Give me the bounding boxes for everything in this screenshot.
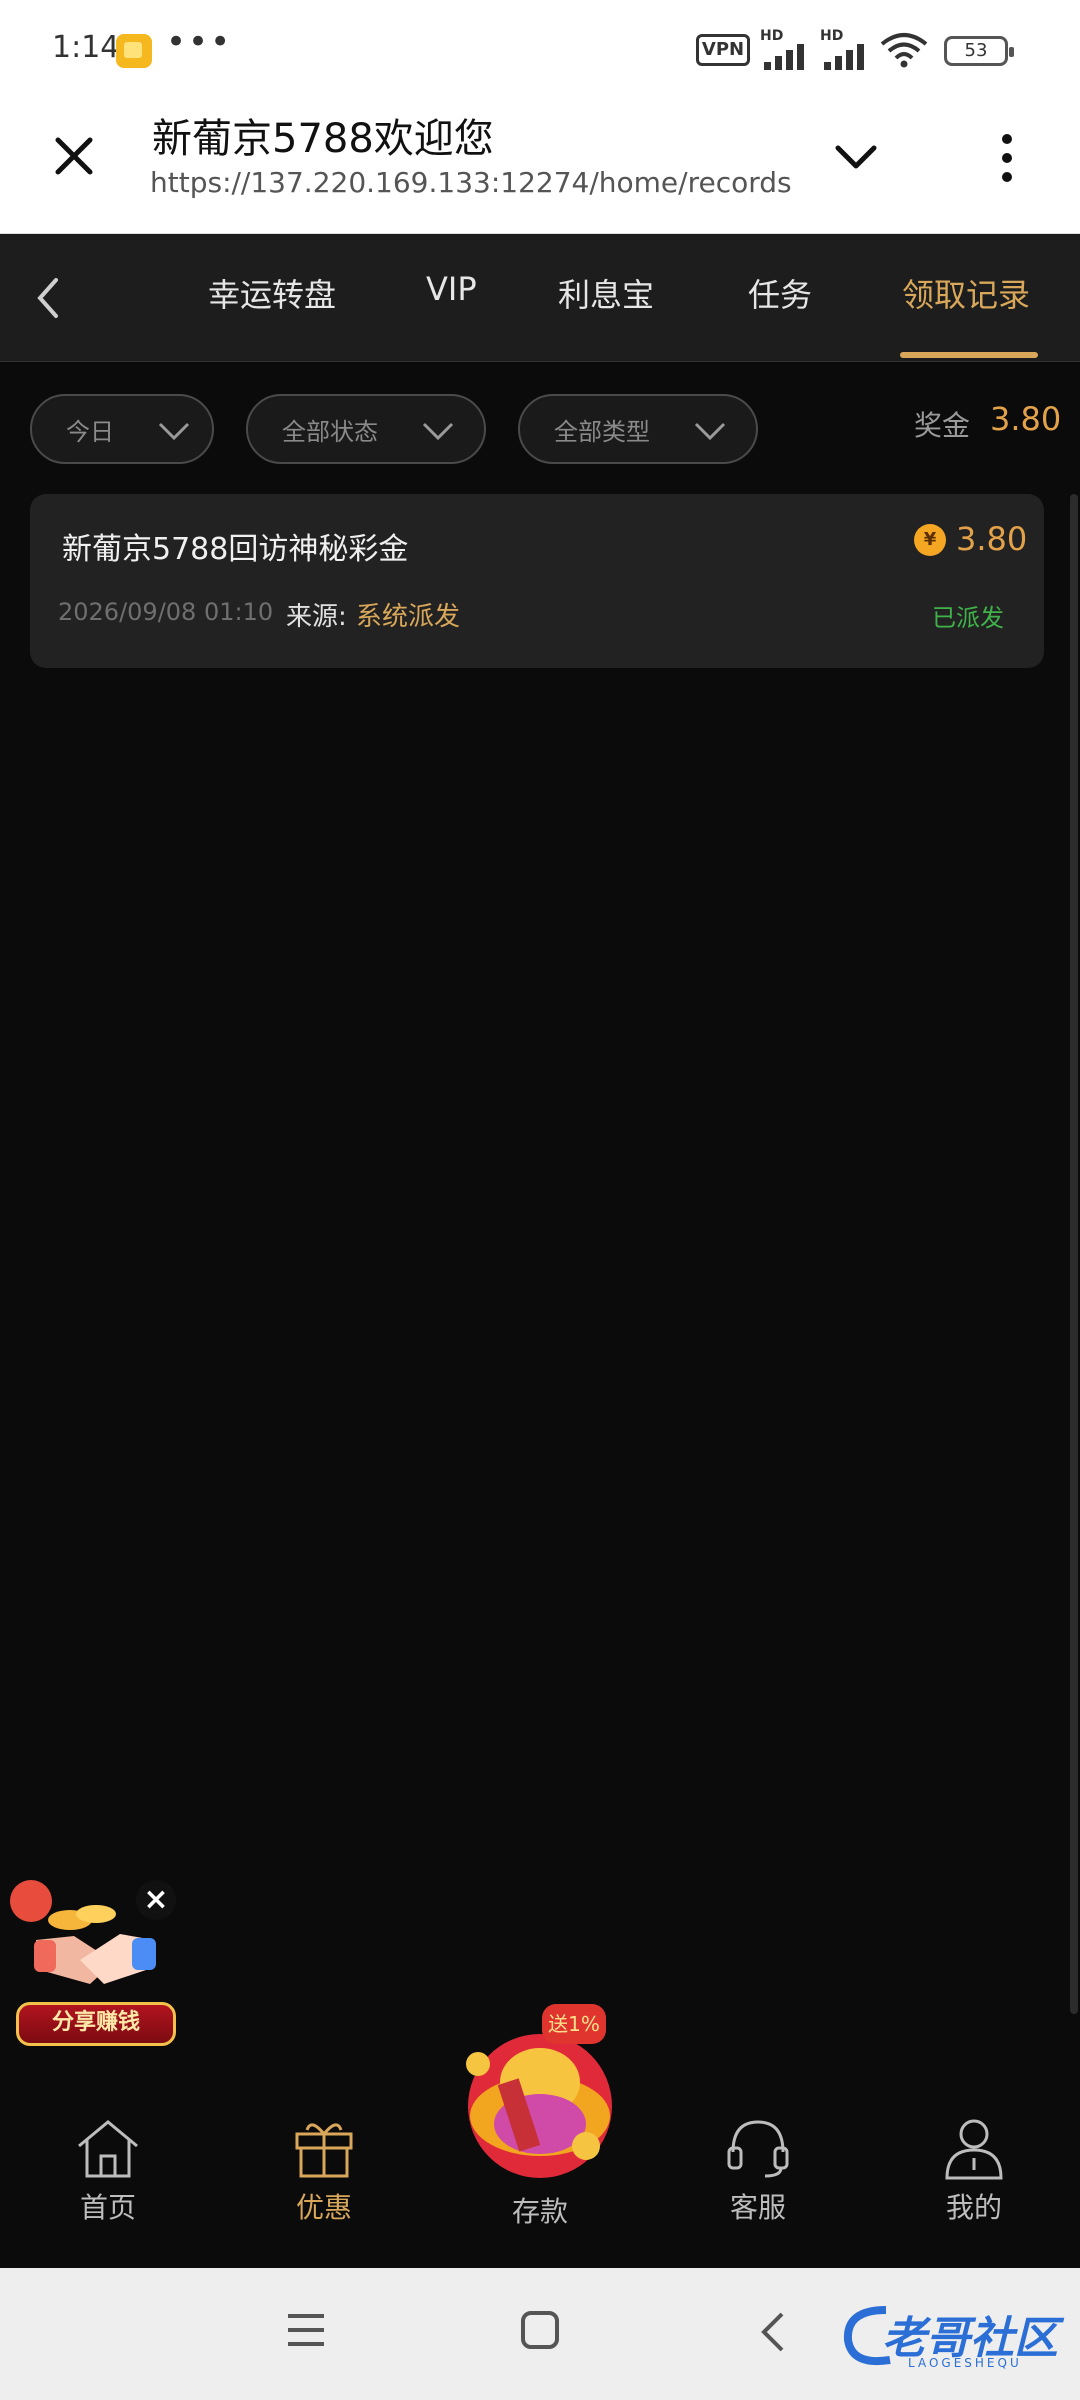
status-filter-label: 全部状态 (282, 418, 378, 446)
more-vert-icon[interactable] (1000, 132, 1014, 184)
headset-icon (727, 2120, 789, 2178)
nav-service-label: 客服 (729, 2191, 786, 2224)
notes-app-icon (116, 34, 152, 68)
signal-icon: HD (820, 28, 872, 70)
status-filter[interactable]: 全部状态 (246, 394, 486, 464)
date-filter-label: 今日 (66, 418, 114, 446)
home-button-icon[interactable] (520, 2310, 560, 2350)
signal-icon: HD (760, 28, 812, 70)
nav-home-label: 首页 (79, 2191, 136, 2224)
nav-mine[interactable]: 我的 (904, 2116, 1044, 2236)
record-status: 已派发 (932, 604, 1004, 632)
bonus-total-label: 奖金 (914, 409, 971, 442)
watermark-logo: 老哥社区 LAOGESHEQU (836, 2296, 1066, 2376)
nav-service[interactable]: 客服 (688, 2116, 828, 2236)
chevron-down-icon (422, 422, 454, 441)
record-card[interactable]: 新葡京5788回访神秘彩金 ¥ 3.80 2026/09/08 01:10 来源… (30, 494, 1044, 668)
type-filter-label: 全部类型 (554, 418, 650, 446)
nav-mine-label: 我的 (945, 2191, 1002, 2224)
tab-active-indicator (900, 352, 1038, 358)
tab-lucky-wheel[interactable]: 幸运转盘 (208, 270, 336, 316)
tab-records[interactable]: 领取记录 (902, 270, 1030, 316)
tab-tasks[interactable]: 任务 (748, 270, 812, 316)
nav-home[interactable]: 首页 (38, 2116, 178, 2236)
watermark-subtext: LAOGESHEQU (908, 2356, 1022, 2370)
menu-icon[interactable] (286, 2310, 326, 2350)
tab-interest[interactable]: 利息宝 (558, 270, 654, 316)
deposit-bonus-badge: 送1% (542, 2004, 606, 2044)
chevron-down-icon (158, 422, 190, 441)
back-arrow-icon[interactable] (30, 274, 66, 322)
status-time: 1:14 (52, 30, 120, 65)
bonus-total-value: 3.80 (990, 400, 1062, 438)
browser-toolbar: 新葡京5788欢迎您 https://137.220.169.133:12274… (0, 96, 1080, 234)
back-icon[interactable] (756, 2310, 790, 2354)
chevron-down-icon (694, 422, 726, 441)
tab-bar: 幸运转盘 VIP 利息宝 任务 领取记录 (0, 234, 1080, 362)
url-text[interactable]: https://137.220.169.133:12274/home/recor… (150, 166, 792, 199)
tab-vip[interactable]: VIP (426, 270, 477, 308)
nav-promo-label: 优惠 (295, 2191, 352, 2224)
close-icon[interactable]: × (136, 1880, 176, 1920)
record-title: 新葡京5788回访神秘彩金 (62, 532, 409, 567)
close-icon[interactable] (50, 132, 98, 180)
page-title: 新葡京5788欢迎您 (152, 116, 494, 162)
record-source-label: 来源: (286, 602, 347, 632)
more-notifications-icon: ••• (166, 22, 233, 62)
record-source-value: 系统派发 (356, 602, 461, 632)
handshake-icon (34, 1905, 156, 1984)
date-filter[interactable]: 今日 (30, 394, 214, 464)
battery-icon: 53 (944, 36, 1014, 66)
type-filter[interactable]: 全部类型 (518, 394, 758, 464)
coin-icon: ¥ (914, 524, 946, 556)
chevron-down-icon[interactable] (832, 140, 880, 176)
share-earn-label: 分享赚钱 (16, 2002, 176, 2046)
record-amount: 3.80 (956, 520, 1028, 558)
gold-ingot-icon (466, 2034, 612, 2178)
user-icon (945, 2119, 1003, 2180)
gift-icon (295, 2123, 353, 2178)
vpn-icon: VPN (696, 34, 750, 66)
record-time: 2026/09/08 01:10 (58, 598, 274, 626)
share-earn-widget[interactable]: × 分享赚钱 (10, 1880, 180, 2050)
nav-deposit-label: 存款 (511, 2195, 568, 2228)
nav-deposit[interactable]: 送1% (450, 1990, 630, 2190)
wifi-icon (880, 33, 928, 68)
scrollbar[interactable] (1070, 494, 1078, 2014)
nav-promo[interactable]: 优惠 (254, 2116, 394, 2236)
home-icon (78, 2120, 138, 2178)
status-bar: 1:14 ••• VPN HD HD 53 (0, 0, 1080, 96)
